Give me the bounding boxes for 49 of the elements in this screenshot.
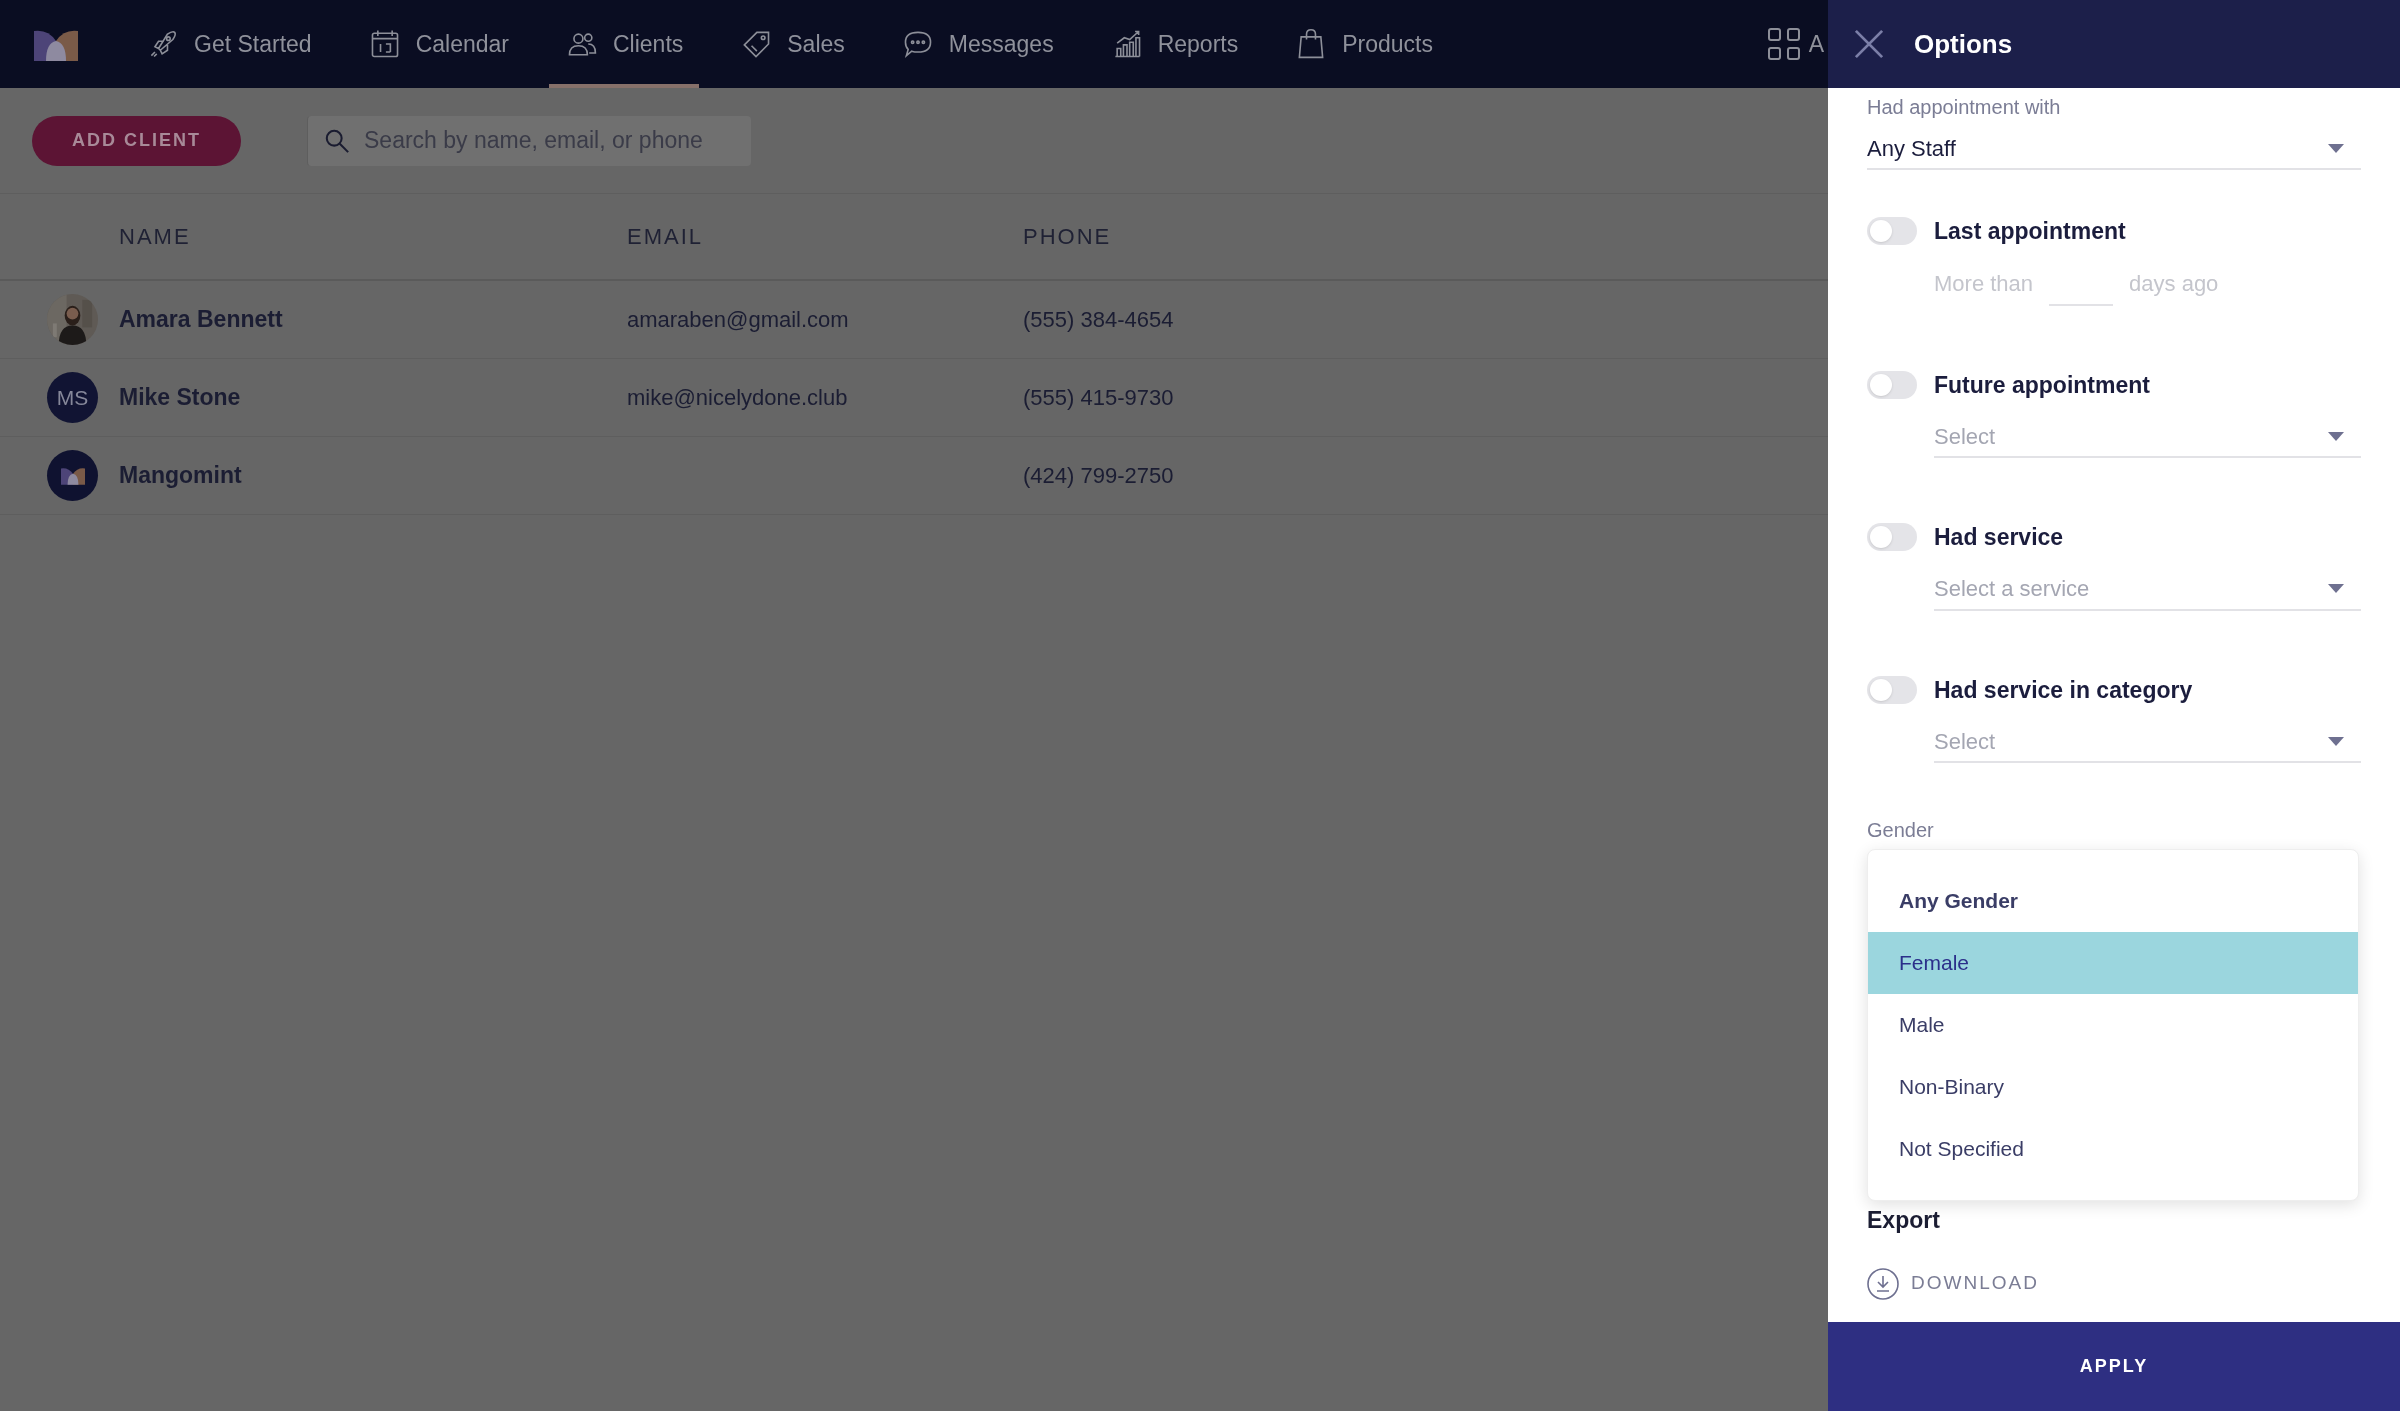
- panel-title: Options: [1914, 27, 2013, 61]
- select-field[interactable]: Any Staff: [1867, 128, 2361, 170]
- close-icon[interactable]: [1854, 29, 1884, 59]
- nav-tab[interactable]: Products: [1278, 0, 1449, 88]
- section-title: Export: [1867, 1206, 1940, 1235]
- toggle-switch[interactable]: [1867, 523, 1917, 552]
- toggle-switch[interactable]: [1867, 370, 1917, 399]
- nav-tab[interactable]: Clients: [548, 0, 700, 88]
- filter-label: Future appointment: [1934, 370, 2150, 400]
- client-email: amaraben@gmail.com: [627, 307, 849, 332]
- client-phone: (555) 384-4654: [1023, 307, 1174, 332]
- field-text: More than: [1934, 269, 2034, 298]
- add-client-button[interactable]: ADD CLIENT: [32, 115, 241, 166]
- nav-tab[interactable]: Sales: [723, 0, 861, 88]
- toggle-switch[interactable]: [1867, 217, 1917, 246]
- logo-avatar: [47, 450, 98, 501]
- caret-icon: [2328, 736, 2344, 746]
- column-header: PHONE: [1023, 224, 1112, 249]
- download-button[interactable]: DOWNLOAD: [1867, 1267, 2039, 1300]
- nav-tab[interactable]: Reports: [1093, 0, 1255, 88]
- field-label: Had appointment with: [1867, 95, 2061, 120]
- toggle-switch[interactable]: [1867, 675, 1917, 704]
- client-phone: (424) 799-2750: [1023, 463, 1174, 488]
- dropdown-option[interactable]: Not Specified: [1868, 1118, 2358, 1180]
- dropdown-option[interactable]: Any Gender: [1868, 870, 2358, 932]
- field-label: Gender: [1867, 818, 1934, 843]
- nav-tab[interactable]: Calendar: [351, 0, 525, 88]
- dropdown-option[interactable]: Non-Binary: [1868, 1056, 2358, 1118]
- client-phone: (555) 415-9730: [1023, 385, 1174, 410]
- nav-tab[interactable]: Get Started: [130, 0, 328, 88]
- column-header: EMAIL: [627, 224, 704, 249]
- filter-label: Had service: [1934, 523, 2064, 552]
- dropdown-option[interactable]: Female: [1868, 932, 2358, 994]
- filter-label: Last appointment: [1934, 217, 2126, 246]
- column-header: NAME: [119, 224, 191, 249]
- caret-icon: [2328, 431, 2344, 441]
- caret-icon: [2328, 584, 2344, 593]
- dropdown-option[interactable]: Male: [1868, 994, 2358, 1056]
- nav-label: A: [1808, 29, 1824, 59]
- field-text: days ago: [2129, 269, 2219, 298]
- client-email: mike@nicelydone.club: [627, 385, 848, 410]
- filter-label: Had service in category: [1934, 675, 2193, 705]
- caret-icon: [2328, 143, 2344, 153]
- avatar: MS: [47, 372, 98, 423]
- download-icon: [1867, 1267, 1899, 1300]
- nav-tab[interactable]: Messages: [884, 0, 1070, 88]
- apply-button[interactable]: APPLY: [1828, 1322, 2400, 1411]
- apps-grid-icon[interactable]: [1766, 27, 1801, 61]
- search-icon: [324, 127, 350, 154]
